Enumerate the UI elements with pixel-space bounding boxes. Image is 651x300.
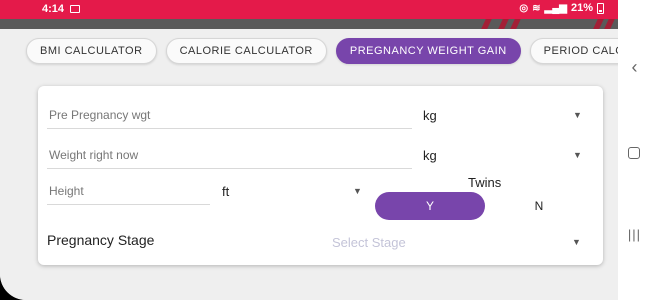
pre-pregnancy-unit-select[interactable]: kg ▼ [423,101,588,129]
hotspot-icon: ◎ [519,2,529,14]
height-unit-value: ft [222,183,230,199]
battery-icon [597,2,604,14]
pregnancy-stage-label: Pregnancy Stage [47,232,155,248]
tab-pregnancy-weight-gain[interactable]: PREGNANCY WEIGHT GAIN [335,38,521,64]
current-weight-unit-select[interactable]: kg ▼ [423,141,583,169]
system-nav-bar: ‹ ||| [618,19,651,300]
chevron-down-icon: ▼ [353,186,362,196]
decor-stripe [590,19,606,29]
decor-stripe [495,19,511,29]
image-notification-icon [70,5,80,13]
decor-stripe [507,19,523,29]
pre-pregnancy-unit-value: kg [423,107,437,123]
calculator-tabs: BMI CALCULATOR CALORIE CALCULATOR PREGNA… [26,38,651,64]
chevron-down-icon: ▼ [572,237,581,247]
back-icon[interactable]: ‹ [618,57,651,78]
decor-stripe [601,19,617,29]
chevron-down-icon: ▼ [573,150,582,160]
decor-stripe [478,19,494,29]
pregnancy-stage-select[interactable]: Select Stage ▼ [332,228,582,256]
status-indicators: ◎ ≋ ▂▄▆ 21% [519,2,604,14]
form-card: Pre Pregnancy wgt kg ▼ Weight right now … [38,86,603,265]
pre-pregnancy-weight-input[interactable]: Pre Pregnancy wgt [47,101,412,129]
current-weight-unit-value: kg [423,147,437,163]
pregnancy-stage-placeholder: Select Stage [332,234,406,250]
app-window: 4:14 ◎ ≋ ▂▄▆ 21% BMI CALCULATOR CALORIE … [0,0,651,300]
battery-percent: 21% [570,2,593,14]
tab-bmi-calculator[interactable]: BMI CALCULATOR [26,38,157,64]
app-body: BMI CALCULATOR CALORIE CALCULATOR PREGNA… [0,29,651,300]
twins-yes-button[interactable]: Y [375,192,485,220]
tab-calorie-calculator[interactable]: CALORIE CALCULATOR [165,38,327,64]
screen: 4:14 ◎ ≋ ▂▄▆ 21% BMI CALCULATOR CALORIE … [0,0,651,300]
current-weight-input[interactable]: Weight right now [47,141,412,169]
home-icon[interactable] [628,147,640,159]
chevron-down-icon: ▼ [573,110,582,120]
signal-icon: ▂▄▆ [544,2,567,14]
recent-apps-icon[interactable]: ||| [618,227,651,242]
twins-label: Twins [468,175,502,190]
header-decoration [0,19,618,29]
status-bar: 4:14 ◎ ≋ ▂▄▆ 21% [0,0,618,19]
wifi-icon: ≋ [532,2,541,14]
twins-no-button[interactable]: N [501,192,577,220]
status-time: 4:14 [42,3,65,15]
height-input[interactable]: Height [47,177,210,205]
height-unit-select[interactable]: ft ▼ [222,177,362,205]
